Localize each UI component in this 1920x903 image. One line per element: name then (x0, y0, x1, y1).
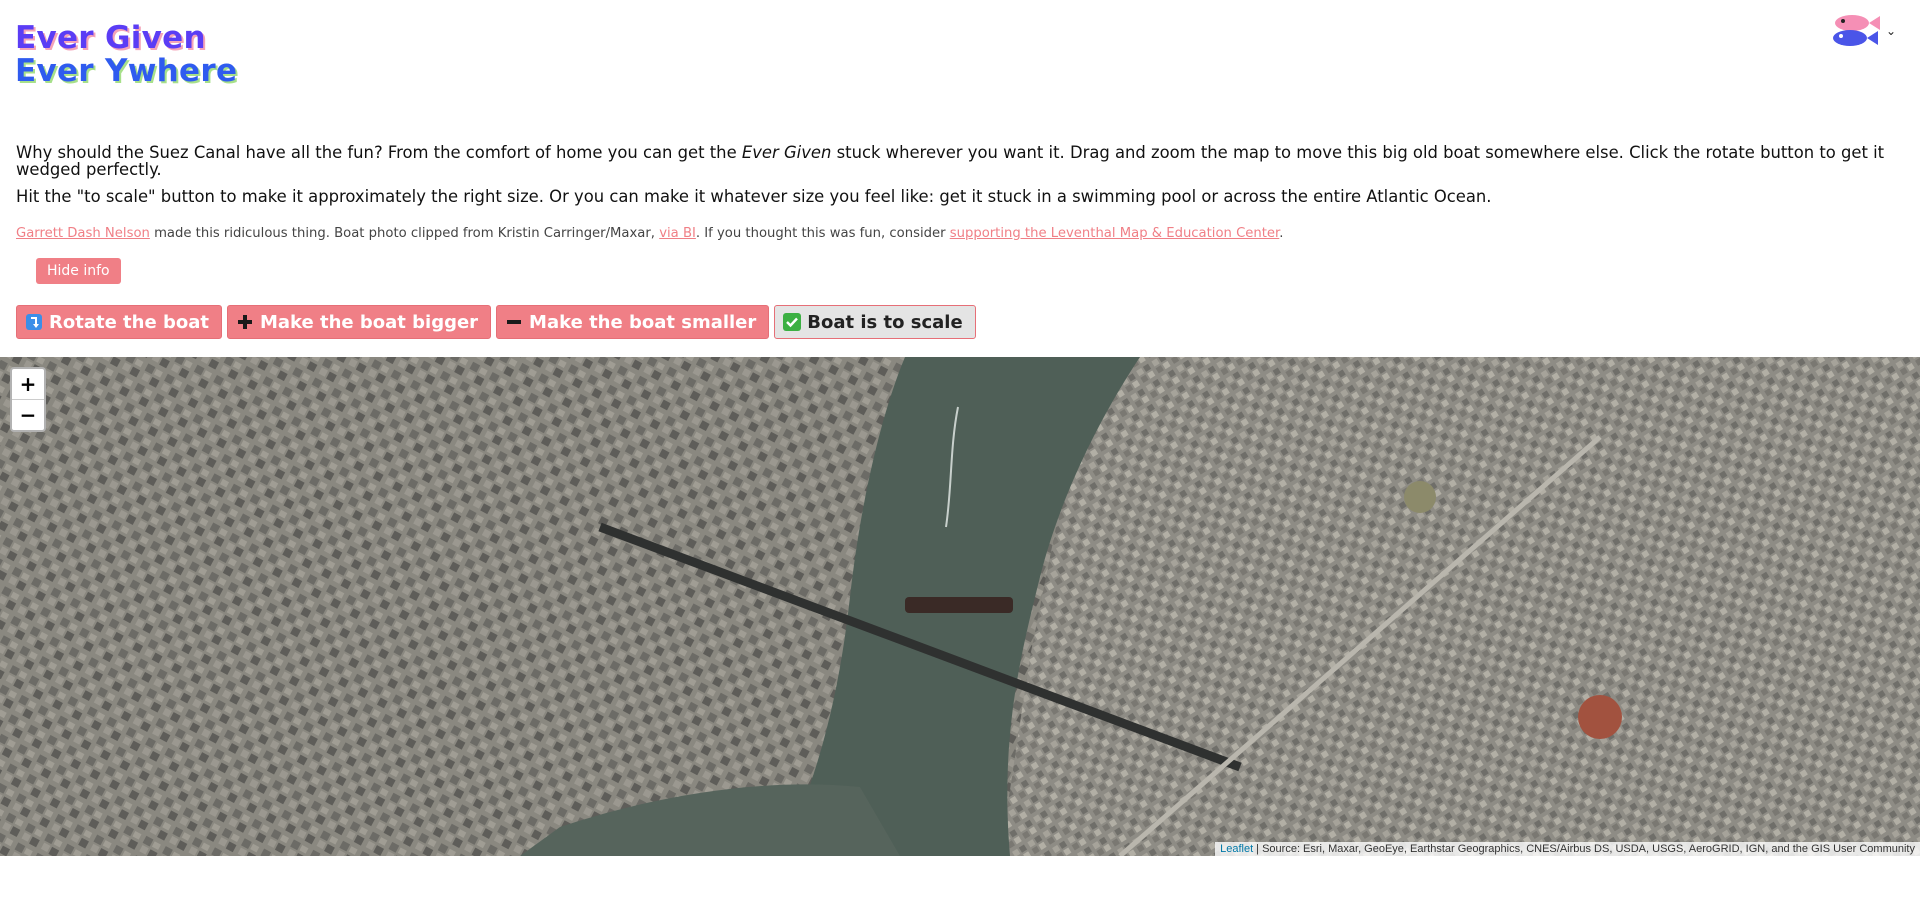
ship-name: Ever Given (741, 143, 832, 162)
chevron-down-icon[interactable]: ⌄ (1886, 24, 1896, 38)
leaflet-link[interactable]: Leaflet (1220, 843, 1253, 855)
bigger-label: Make the boat bigger (259, 311, 479, 333)
scale-label: Boat is to scale (807, 311, 963, 333)
via-bi-link[interactable]: via BI (659, 226, 696, 241)
intro-text: Why should the Suez Canal have all the f… (16, 144, 1896, 215)
zoom-control: + − (10, 367, 46, 432)
author-link[interactable]: Garrett Dash Nelson (16, 226, 150, 241)
checkmark-icon (783, 313, 802, 331)
page-title: Ever Given Ever Ywhere (15, 22, 237, 88)
fish-logo-icon[interactable] (1826, 11, 1884, 51)
bigger-button[interactable]: Make the boat bigger (226, 305, 492, 339)
title-line-2: Ever Ywhere (15, 53, 238, 89)
credits-line: Garrett Dash Nelson made this ridiculous… (16, 226, 1284, 241)
zoom-in-button[interactable]: + (12, 369, 44, 400)
intro-paragraph-1: Why should the Suez Canal have all the f… (16, 143, 1885, 179)
title-line-1: Ever Given (15, 20, 206, 56)
rotate-button[interactable]: Rotate the boat (16, 305, 222, 339)
rotate-arrow-icon (25, 313, 43, 331)
hide-info-button[interactable]: Hide info (36, 258, 121, 284)
minus-icon (505, 313, 523, 331)
rotate-label: Rotate the boat (49, 311, 209, 333)
smaller-button[interactable]: Make the boat smaller (496, 305, 770, 339)
boat-toolbar: Rotate the boat Make the boat bigger Mak… (16, 305, 976, 339)
plus-icon (236, 313, 254, 331)
support-link[interactable]: supporting the Leventhal Map & Education… (950, 226, 1280, 241)
satellite-imagery (0, 357, 1920, 856)
smaller-label: Make the boat smaller (529, 311, 757, 333)
intro-paragraph-2: Hit the "to scale" button to make it app… (16, 187, 1492, 206)
map-attribution: Leaflet | Source: Esri, Maxar, GeoEye, E… (1215, 842, 1920, 856)
scale-button[interactable]: Boat is to scale (774, 305, 976, 339)
zoom-out-button[interactable]: − (12, 400, 44, 430)
map-view[interactable]: + − Leaflet | Source: Esri, Maxar, GeoEy… (0, 357, 1920, 856)
